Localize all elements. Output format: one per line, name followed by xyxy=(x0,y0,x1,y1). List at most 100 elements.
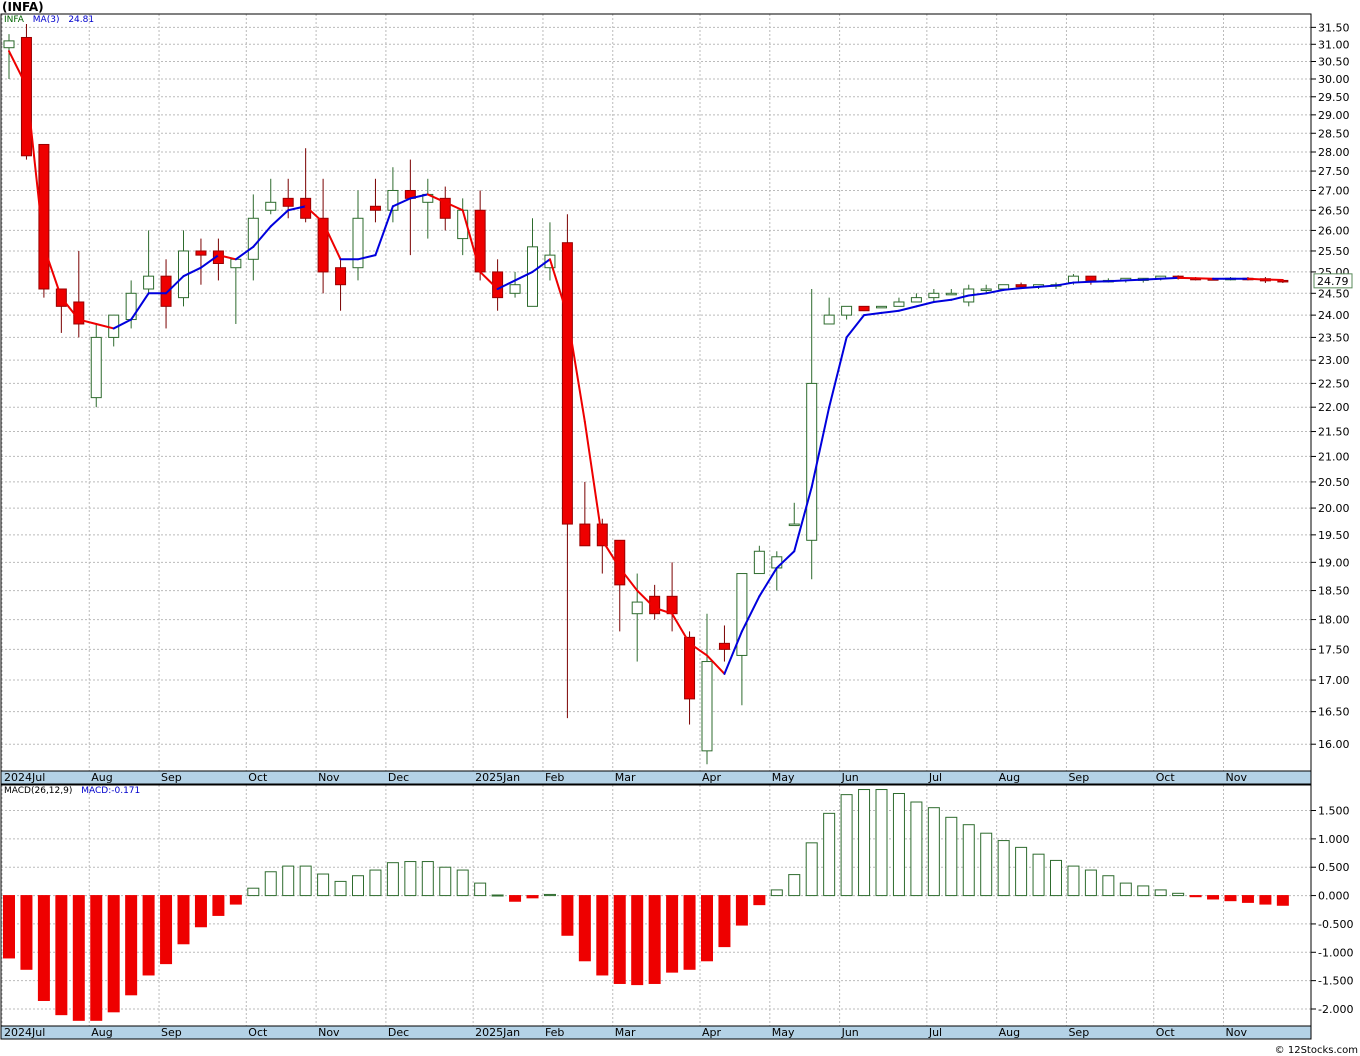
macd-bar-positive xyxy=(1084,869,1097,897)
up-candle xyxy=(701,613,713,765)
up-candle xyxy=(753,545,765,575)
ma-segment xyxy=(1037,284,1057,288)
up-candle xyxy=(247,194,259,281)
price-tick-label: 22.50 xyxy=(1318,377,1350,390)
ma-segment xyxy=(1072,280,1092,284)
price-tick-label: 25.50 xyxy=(1318,245,1350,258)
candle-body xyxy=(998,284,1010,290)
macd-bar-negative xyxy=(194,895,207,928)
candle-body xyxy=(980,288,992,291)
candle-body xyxy=(666,595,678,615)
macd-bar-positive xyxy=(927,807,940,897)
candle-body xyxy=(143,275,155,290)
x-axis-label: Sep xyxy=(161,1026,182,1039)
candle-body xyxy=(945,292,957,296)
candle-body xyxy=(265,201,277,211)
macd-bar-positive xyxy=(543,893,556,897)
candle-body xyxy=(910,297,922,303)
ma-segment xyxy=(1020,285,1040,290)
down-candle xyxy=(73,250,85,338)
up-candle xyxy=(108,314,120,347)
up-candle xyxy=(178,230,189,307)
macd-bar-positive xyxy=(282,865,295,897)
macd-bar-negative xyxy=(20,895,33,970)
macd-bar-positive xyxy=(299,865,312,897)
up-candle xyxy=(945,288,957,296)
candle-body xyxy=(841,305,853,316)
macd-bar-positive xyxy=(474,882,487,897)
macd-bar-negative xyxy=(177,895,190,945)
macd-bar-negative xyxy=(718,895,731,948)
macd-bar-positive xyxy=(1050,859,1062,897)
candle-body xyxy=(579,523,591,547)
macd-bar-negative xyxy=(1224,895,1237,902)
macd-bar-positive xyxy=(892,793,905,897)
up-candle xyxy=(457,198,469,256)
macd-bar-negative xyxy=(37,895,50,1001)
last-price-marker: 24.79 xyxy=(1313,273,1353,289)
candle-body xyxy=(195,250,207,256)
macd-tick-label: 1.000 xyxy=(1318,833,1350,846)
macd-bar-negative xyxy=(509,895,522,902)
x-axis-label: Oct xyxy=(1156,1026,1176,1039)
price-tick-label: 21.00 xyxy=(1318,450,1350,463)
macd-bar-positive xyxy=(317,873,330,897)
candle-body xyxy=(3,40,15,49)
ma-segment xyxy=(583,420,604,542)
watermark: © 12Stocks.com xyxy=(1274,1045,1358,1056)
up-candle xyxy=(771,551,783,591)
macd-bar-positive xyxy=(1119,882,1132,897)
price-tick-label: 17.50 xyxy=(1318,643,1350,656)
x-axis-label: Sep xyxy=(1068,771,1089,784)
macd-bar-positive xyxy=(875,789,888,897)
x-axis-label: Oct xyxy=(248,1026,268,1039)
price-tick-label: 31.50 xyxy=(1318,21,1350,34)
macd-bar-negative xyxy=(596,895,609,976)
ma-segment xyxy=(1159,276,1180,280)
macd-date-axis xyxy=(0,1025,1312,1040)
x-axis-label: 2025Jan xyxy=(475,1026,520,1039)
x-axis-label: 2024Jul xyxy=(4,1026,45,1039)
macd-bar-negative xyxy=(1276,895,1289,906)
candle-body xyxy=(823,314,835,325)
up-candle xyxy=(928,288,940,302)
macd-bar-negative xyxy=(142,895,155,976)
candle-body xyxy=(876,305,887,309)
macd-bar-positive xyxy=(404,861,417,897)
x-axis-label: Sep xyxy=(1068,1026,1089,1039)
x-axis-label: Nov xyxy=(1226,771,1248,784)
macd-bar-positive xyxy=(910,801,923,897)
x-axis-label: Nov xyxy=(1226,1026,1248,1039)
macd-bar-negative xyxy=(90,895,103,1021)
up-candle xyxy=(352,190,364,281)
down-candle xyxy=(561,214,573,719)
macd-bar-negative xyxy=(631,895,644,986)
down-candle xyxy=(195,238,207,285)
macd-bar-negative xyxy=(3,895,15,959)
macd-bar-positive xyxy=(1067,865,1080,897)
macd-bar-positive xyxy=(997,840,1010,897)
price-tick-label: 16.50 xyxy=(1318,706,1350,719)
macd-tick-label: -2.000 xyxy=(1318,1003,1353,1016)
price-tick-label: 29.00 xyxy=(1318,109,1350,122)
macd-bar-negative xyxy=(160,895,173,965)
candle-body xyxy=(788,523,800,527)
candle-body xyxy=(736,573,748,656)
macd-bar-negative xyxy=(125,895,138,996)
ma-segment xyxy=(880,309,900,314)
candle-body xyxy=(90,336,102,399)
down-candle xyxy=(369,178,381,223)
price-tick-label: 29.50 xyxy=(1318,91,1350,104)
x-axis-label: Jun xyxy=(841,1026,859,1039)
x-axis-label: Sep xyxy=(161,771,182,784)
macd-bar-positive xyxy=(1154,889,1167,897)
candle-body xyxy=(1085,275,1097,281)
macd-bar-negative xyxy=(701,895,713,962)
macd-bar-negative xyxy=(107,895,120,1013)
price-tick-label: 20.50 xyxy=(1318,476,1350,489)
down-candle xyxy=(858,305,870,312)
ma3-line xyxy=(8,50,1284,675)
candle-body xyxy=(928,292,940,299)
macd-bar-negative xyxy=(613,895,626,984)
candle-body xyxy=(369,205,381,211)
